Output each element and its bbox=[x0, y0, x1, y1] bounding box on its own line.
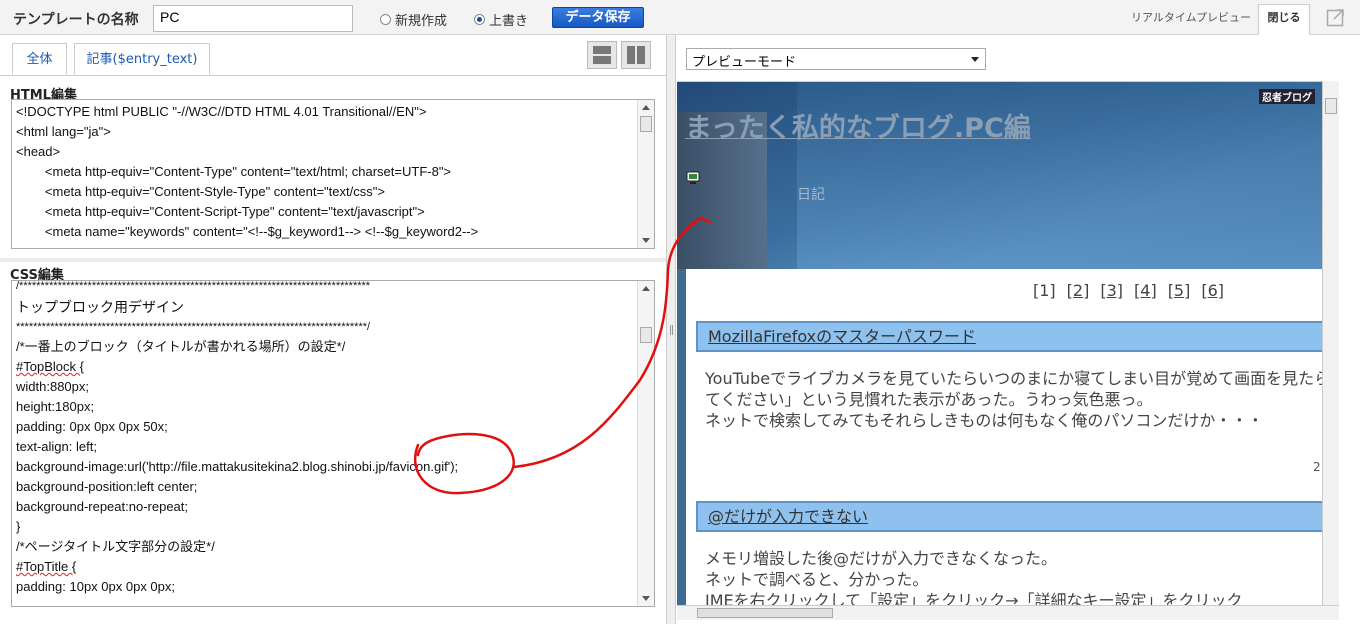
panel-divider[interactable] bbox=[666, 35, 676, 624]
entry-title-link[interactable]: @だけが入力できない bbox=[696, 501, 1332, 532]
close-tab[interactable]: 閉じる bbox=[1258, 4, 1310, 36]
code-line: <html lang="ja"> bbox=[16, 124, 111, 139]
preview-horizontal-scrollbar[interactable] bbox=[677, 605, 1339, 620]
entry-body: YouTubeでライブカメラを見ていたらいつのまにか寝てしまい目が覚めて画面を見… bbox=[705, 368, 1339, 431]
html-editor[interactable]: <!DOCTYPE html PUBLIC "-//W3C//DTD HTML … bbox=[11, 99, 655, 249]
code-line: background-repeat:no-repeat; bbox=[16, 499, 189, 514]
code-line: <meta http-equiv="Content-Script-Type" c… bbox=[16, 204, 425, 219]
code-line: } bbox=[16, 519, 21, 534]
code-line: background-image:url('http://file.mattak… bbox=[16, 459, 459, 474]
preview-mode-value: プレビューモード bbox=[692, 55, 797, 70]
save-data-button[interactable]: データ保存 bbox=[552, 7, 644, 28]
css-editor-scrollbar[interactable] bbox=[637, 281, 654, 606]
blog-header: 忍者ブログ まったく私的なブログ.PC編 日記 bbox=[677, 82, 1323, 269]
scroll-thumb[interactable] bbox=[697, 608, 833, 618]
divider-grip-icon bbox=[670, 325, 673, 335]
popout-icon[interactable] bbox=[1326, 7, 1346, 27]
tab-all[interactable]: 全体 bbox=[12, 43, 67, 75]
tab-divider bbox=[0, 75, 666, 76]
layout-vertical-icon bbox=[627, 46, 645, 64]
css-editor[interactable]: /***************************************… bbox=[11, 280, 655, 607]
code-line: /*ページタイトル文字部分の設定*/ bbox=[16, 539, 215, 554]
code-line: text-align: left; bbox=[16, 439, 97, 454]
radio-new-create-icon bbox=[380, 14, 391, 25]
radio-new-create[interactable]: 新規作成 bbox=[380, 10, 447, 29]
blog-subtitle: 日記 bbox=[797, 187, 825, 203]
code-line: padding: 10px 0px 0px 0px; bbox=[16, 579, 176, 594]
html-editor-scrollbar[interactable] bbox=[637, 100, 654, 248]
radio-overwrite[interactable]: 上書き bbox=[474, 10, 528, 29]
blog-title[interactable]: まったく私的なブログ.PC編 bbox=[685, 106, 1031, 145]
radio-overwrite-label: 上書き bbox=[489, 14, 529, 29]
favicon-icon bbox=[686, 171, 700, 184]
preview-mode-select[interactable]: プレビューモード bbox=[686, 48, 986, 70]
page-link[interactable]: [4] bbox=[1134, 281, 1157, 300]
page-link[interactable]: [2] bbox=[1067, 281, 1090, 300]
code-line: <meta name="keywords" content="<!--$g_ke… bbox=[16, 224, 479, 239]
code-line: height:180px; bbox=[16, 399, 95, 414]
code-line: トップブロック用デザイン bbox=[16, 299, 184, 315]
top-toolbar: テンプレートの名称 PC 新規作成 上書き データ保存 リアルタイムプレビュー … bbox=[0, 0, 1360, 36]
layout-horizontal-icon bbox=[593, 46, 611, 64]
code-line: #TopBlock { bbox=[16, 359, 84, 374]
ninja-blog-logo[interactable]: 忍者ブログ bbox=[1259, 89, 1315, 104]
scroll-thumb[interactable] bbox=[1325, 98, 1337, 114]
entry-text-line: ネットで調べると、分かった。 bbox=[705, 570, 929, 589]
code-line: width:880px; bbox=[16, 379, 89, 394]
scroll-down-icon[interactable] bbox=[642, 596, 650, 601]
pager: [1] [2] [3] [4] [5] [6] bbox=[1033, 281, 1224, 300]
scroll-up-icon[interactable] bbox=[642, 286, 650, 291]
code-line: padding: 0px 0px 0px 50x; bbox=[16, 419, 168, 434]
code-line: ****************************************… bbox=[16, 321, 371, 333]
page-link[interactable]: [3] bbox=[1100, 281, 1123, 300]
entry-number: 2 bbox=[1313, 460, 1321, 474]
scroll-thumb[interactable] bbox=[640, 116, 652, 132]
page-link[interactable]: [6] bbox=[1201, 281, 1224, 300]
preview-vertical-scrollbar[interactable] bbox=[1322, 81, 1339, 605]
preview-panel: プレビューモード 忍者ブログ まったく私的なブログ.PC編 日記 [1] [2]… bbox=[677, 35, 1360, 624]
chevron-down-icon bbox=[971, 57, 979, 62]
layout-vertical-button[interactable] bbox=[621, 41, 651, 69]
template-name-input[interactable]: PC bbox=[153, 5, 353, 32]
entry-text-line: YouTubeでライブカメラを見ていたらいつのまにか寝てしまい目が覚めて画面を見… bbox=[705, 369, 1331, 388]
scroll-thumb[interactable] bbox=[640, 327, 652, 343]
code-line: <head> bbox=[16, 144, 61, 159]
scroll-up-icon[interactable] bbox=[642, 105, 650, 110]
entry-text-line: ネットで検索してみてもそれらしきものは何もなく俺のパソコンだけか・・・ bbox=[705, 411, 1264, 430]
entry-text-line: てください」という見慣れた表示があった。うわっ気色悪っ。 bbox=[705, 390, 1153, 409]
entry-title-link[interactable]: MozillaFirefoxのマスターパスワード bbox=[696, 321, 1332, 352]
radio-overwrite-icon bbox=[474, 14, 485, 25]
entry-body: メモリ増設した後@だけが入力できなくなった。 ネットで調べると、分かった。 IM… bbox=[705, 548, 1339, 611]
entry-text-line: メモリ増設した後@だけが入力できなくなった。 bbox=[705, 549, 1058, 568]
editor-splitter[interactable] bbox=[0, 258, 666, 262]
page-link[interactable]: [5] bbox=[1168, 281, 1191, 300]
code-line: <!DOCTYPE html PUBLIC "-//W3C//DTD HTML … bbox=[16, 104, 427, 119]
blog-body: [1] [2] [3] [4] [5] [6] MozillaFirefoxのマ… bbox=[677, 269, 1332, 620]
code-line: <meta http-equiv="Content-Type" content=… bbox=[16, 164, 452, 179]
radio-new-create-label: 新規作成 bbox=[395, 14, 448, 29]
blog-preview: 忍者ブログ まったく私的なブログ.PC編 日記 [1] [2] [3] [4] … bbox=[677, 81, 1339, 620]
scroll-down-icon[interactable] bbox=[642, 238, 650, 243]
code-line: #TopTitle { bbox=[16, 559, 77, 574]
code-line: /*一番上のブロック（タイトルが書かれる場所）の設定*/ bbox=[16, 339, 346, 354]
realtime-preview-tab[interactable]: リアルタイムプレビュー bbox=[1124, 5, 1258, 35]
code-line: background-position:left center; bbox=[16, 479, 198, 494]
layout-horizontal-button[interactable] bbox=[587, 41, 617, 69]
editor-panel: 全体 記事($entry_text) HTML編集 <!DOCTYPE html… bbox=[0, 35, 666, 624]
code-line: /***************************************… bbox=[16, 281, 371, 292]
template-name-label: テンプレートの名称 bbox=[13, 12, 139, 28]
tab-article[interactable]: 記事($entry_text) bbox=[74, 43, 210, 75]
code-line: <meta http-equiv="Content-Style-Type" co… bbox=[16, 184, 385, 199]
page-link[interactable]: [1] bbox=[1033, 281, 1056, 300]
